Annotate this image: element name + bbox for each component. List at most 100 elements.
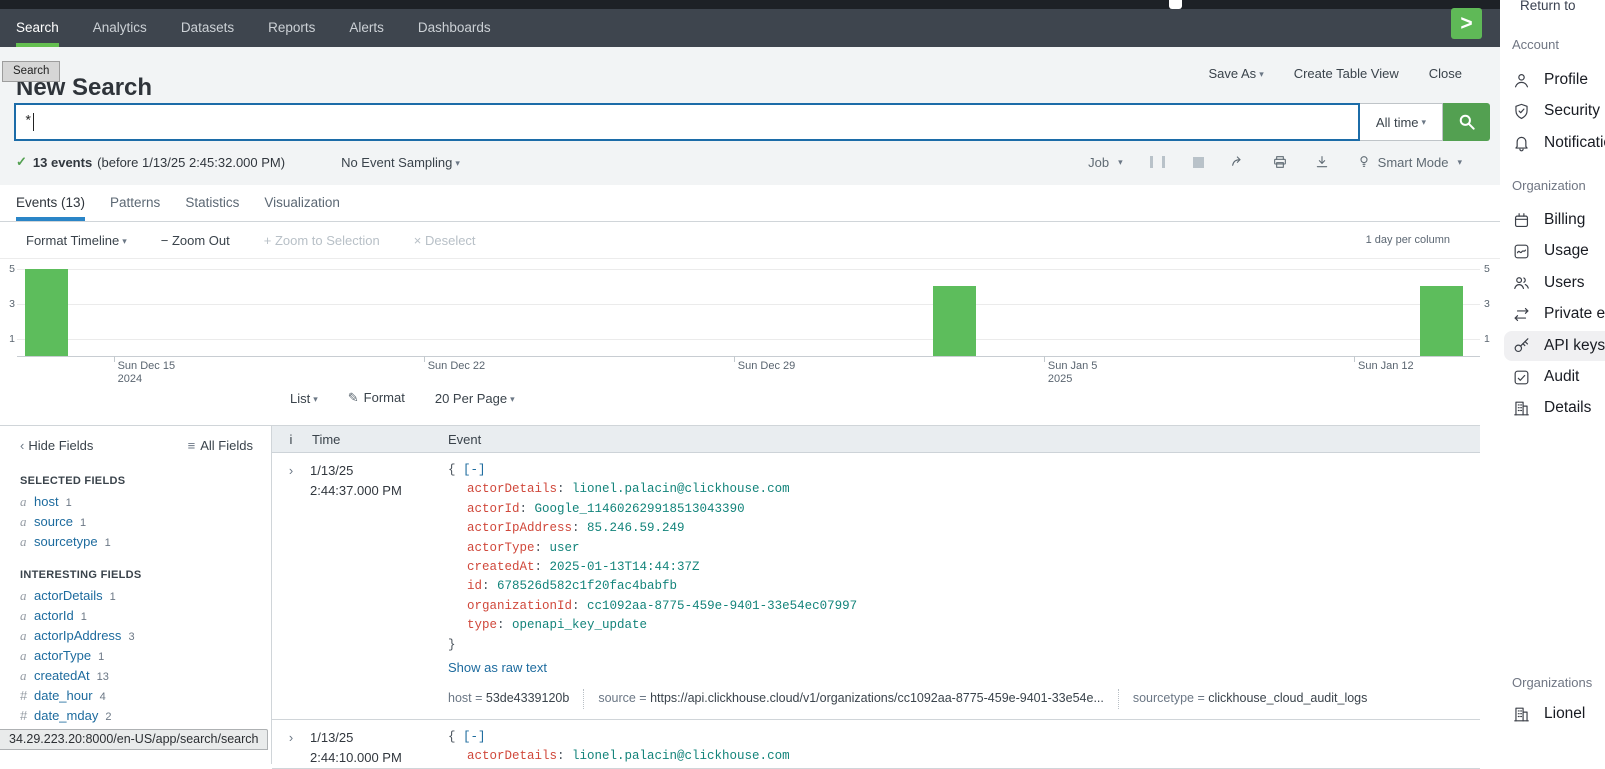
timeline-bar[interactable] xyxy=(1420,286,1463,356)
export-button[interactable] xyxy=(1314,154,1330,170)
field-item-actoripaddress[interactable]: aactorIpAddress3 xyxy=(20,628,271,641)
json-collapse-link[interactable]: [-] xyxy=(463,730,486,744)
create-table-view-button[interactable]: Create Table View xyxy=(1294,66,1399,81)
json-value[interactable]: lionel.palacin@clickhouse.com xyxy=(572,749,790,763)
meta-key: host = xyxy=(448,691,486,705)
menu-item-profile[interactable]: Profile xyxy=(1504,65,1605,95)
deselect-button[interactable]: × Deselect xyxy=(414,233,476,248)
caret-down-icon: ▾ xyxy=(1118,157,1123,168)
meta-field-sourcetype[interactable]: sourcetype = clickhouse_cloud_audit_logs xyxy=(1118,689,1382,708)
json-open-brace: { xyxy=(448,730,463,744)
return-to-link[interactable]: Return to xyxy=(1520,0,1576,13)
menu-item-private-endpoints[interactable]: Private endpoints xyxy=(1504,299,1605,329)
json-value[interactable]: 678526d582c1f20fac4babfb xyxy=(497,579,677,593)
y-axis-label: 5 xyxy=(3,263,15,275)
timeline-bar[interactable] xyxy=(25,269,68,357)
zoom-out-button[interactable]: − Zoom Out xyxy=(161,233,230,248)
json-key[interactable]: type xyxy=(467,618,497,632)
tab-visualization[interactable]: Visualization xyxy=(264,185,340,221)
meta-field-host[interactable]: host = 53de4339120b xyxy=(448,689,583,708)
json-key[interactable]: actorIpAddress xyxy=(467,521,572,535)
event-time-cell[interactable]: 1/13/252:44:37.000 PM xyxy=(310,461,435,719)
event-sampling-dropdown[interactable]: No Event Sampling▾ xyxy=(341,155,460,170)
json-key[interactable]: createdAt xyxy=(467,560,535,574)
list-view-dropdown[interactable]: List▾ xyxy=(290,391,318,406)
nav-item-search[interactable]: Search xyxy=(16,9,59,47)
tab-events-13[interactable]: Events (13) xyxy=(16,185,85,221)
save-as-button[interactable]: Save As▾ xyxy=(1208,66,1263,81)
show-raw-text-link[interactable]: Show as raw text xyxy=(448,658,1480,677)
job-menu[interactable]: Job▾ xyxy=(1088,155,1123,170)
event-time-cell[interactable]: 1/13/252:44:10.000 PM xyxy=(310,728,435,768)
menu-item-api-keys[interactable]: API keys xyxy=(1504,331,1605,361)
field-item-createdat[interactable]: acreatedAt13 xyxy=(20,668,271,681)
print-button[interactable] xyxy=(1272,154,1288,170)
search-input[interactable]: * xyxy=(14,103,1360,141)
hide-fields-button[interactable]: ‹Hide Fields xyxy=(20,438,93,453)
menu-item-security[interactable]: Security xyxy=(1504,96,1605,126)
tab-statistics[interactable]: Statistics xyxy=(185,185,239,221)
field-count: 1 xyxy=(81,611,87,623)
expand-row-button[interactable]: › xyxy=(272,461,310,719)
share-icon xyxy=(1230,154,1246,170)
splunk-logo[interactable]: > xyxy=(1451,8,1482,39)
field-item-sourcetype[interactable]: asourcetype1 xyxy=(20,534,271,547)
browser-link-preview: 34.29.223.20:8000/en-US/app/search/searc… xyxy=(0,729,268,750)
menu-item-lionel[interactable]: Lionel xyxy=(1504,699,1605,729)
field-item-host[interactable]: ahost1 xyxy=(20,494,271,507)
zoom-to-selection-button[interactable]: + Zoom to Selection xyxy=(264,233,380,248)
format-results-button[interactable]: ✎Format xyxy=(348,390,405,406)
expand-row-button[interactable]: › xyxy=(272,728,310,768)
stop-button[interactable] xyxy=(1193,157,1204,168)
per-page-dropdown[interactable]: 20 Per Page▾ xyxy=(435,391,515,406)
events-timeline-chart[interactable]: 113355Sun Dec 152024Sun Dec 22Sun Dec 29… xyxy=(0,258,1510,382)
json-key[interactable]: id xyxy=(467,579,482,593)
menu-item-billing[interactable]: Billing xyxy=(1504,205,1605,235)
json-field-line: createdAt: 2025-01-13T14:44:37Z xyxy=(448,558,1480,577)
x-axis-tick xyxy=(114,356,115,362)
field-item-source[interactable]: asource1 xyxy=(20,514,271,527)
menu-item-usage[interactable]: Usage xyxy=(1504,236,1605,266)
json-value[interactable]: user xyxy=(550,541,580,555)
format-timeline-dropdown[interactable]: Format Timeline▾ xyxy=(26,233,127,248)
tab-patterns[interactable]: Patterns xyxy=(110,185,160,221)
field-item-date-mday[interactable]: #date_mday2 xyxy=(20,708,271,721)
meta-field-source[interactable]: source = https://api.clickhouse.cloud/v1… xyxy=(583,689,1118,708)
cloud-console-menu: Return to AccountProfileSecurityNotifica… xyxy=(1500,0,1605,764)
menu-item-notifications[interactable]: Notifications xyxy=(1504,128,1605,158)
field-item-actordetails[interactable]: aactorDetails1 xyxy=(20,588,271,601)
nav-item-dashboards[interactable]: Dashboards xyxy=(418,9,491,47)
nav-item-analytics[interactable]: Analytics xyxy=(93,9,147,47)
field-item-actortype[interactable]: aactorType1 xyxy=(20,648,271,661)
time-range-picker[interactable]: All time▾ xyxy=(1360,103,1443,141)
col-header-time[interactable]: Time xyxy=(310,432,435,447)
json-value[interactable]: 2025-01-13T14:44:37Z xyxy=(550,560,700,574)
menu-item-audit[interactable]: Audit xyxy=(1504,362,1605,392)
timeline-bar[interactable] xyxy=(933,286,976,356)
json-value[interactable]: lionel.palacin@clickhouse.com xyxy=(572,482,790,496)
menu-item-users[interactable]: Users xyxy=(1504,268,1605,298)
json-key[interactable]: actorType xyxy=(467,541,535,555)
json-key[interactable]: actorId xyxy=(467,502,520,516)
json-collapse-link[interactable]: [-] xyxy=(463,463,486,477)
share-button[interactable] xyxy=(1230,154,1246,170)
json-key[interactable]: actorDetails xyxy=(467,749,557,763)
field-item-actorid[interactable]: aactorId1 xyxy=(20,608,271,621)
menu-item-details[interactable]: Details xyxy=(1504,393,1605,423)
nav-item-reports[interactable]: Reports xyxy=(268,9,315,47)
search-mode-dropdown[interactable]: Smart Mode▾ xyxy=(1356,154,1462,170)
close-button[interactable]: Close xyxy=(1429,66,1462,81)
json-key[interactable]: organizationId xyxy=(467,599,572,613)
pause-button[interactable] xyxy=(1149,156,1167,168)
nav-item-alerts[interactable]: Alerts xyxy=(349,9,384,47)
field-type-prefix: a xyxy=(20,494,34,510)
json-value[interactable]: Google_114602629918513043390 xyxy=(535,502,745,516)
json-value[interactable]: cc1092aa-8775-459e-9401-33e54ec07997 xyxy=(587,599,857,613)
json-value[interactable]: 85.246.59.249 xyxy=(587,521,685,535)
json-value[interactable]: openapi_key_update xyxy=(512,618,647,632)
all-fields-button[interactable]: ≡All Fields xyxy=(188,438,253,453)
field-item-date-hour[interactable]: #date_hour4 xyxy=(20,688,271,701)
nav-item-datasets[interactable]: Datasets xyxy=(181,9,234,47)
json-key[interactable]: actorDetails xyxy=(467,482,557,496)
search-button[interactable] xyxy=(1443,103,1490,141)
